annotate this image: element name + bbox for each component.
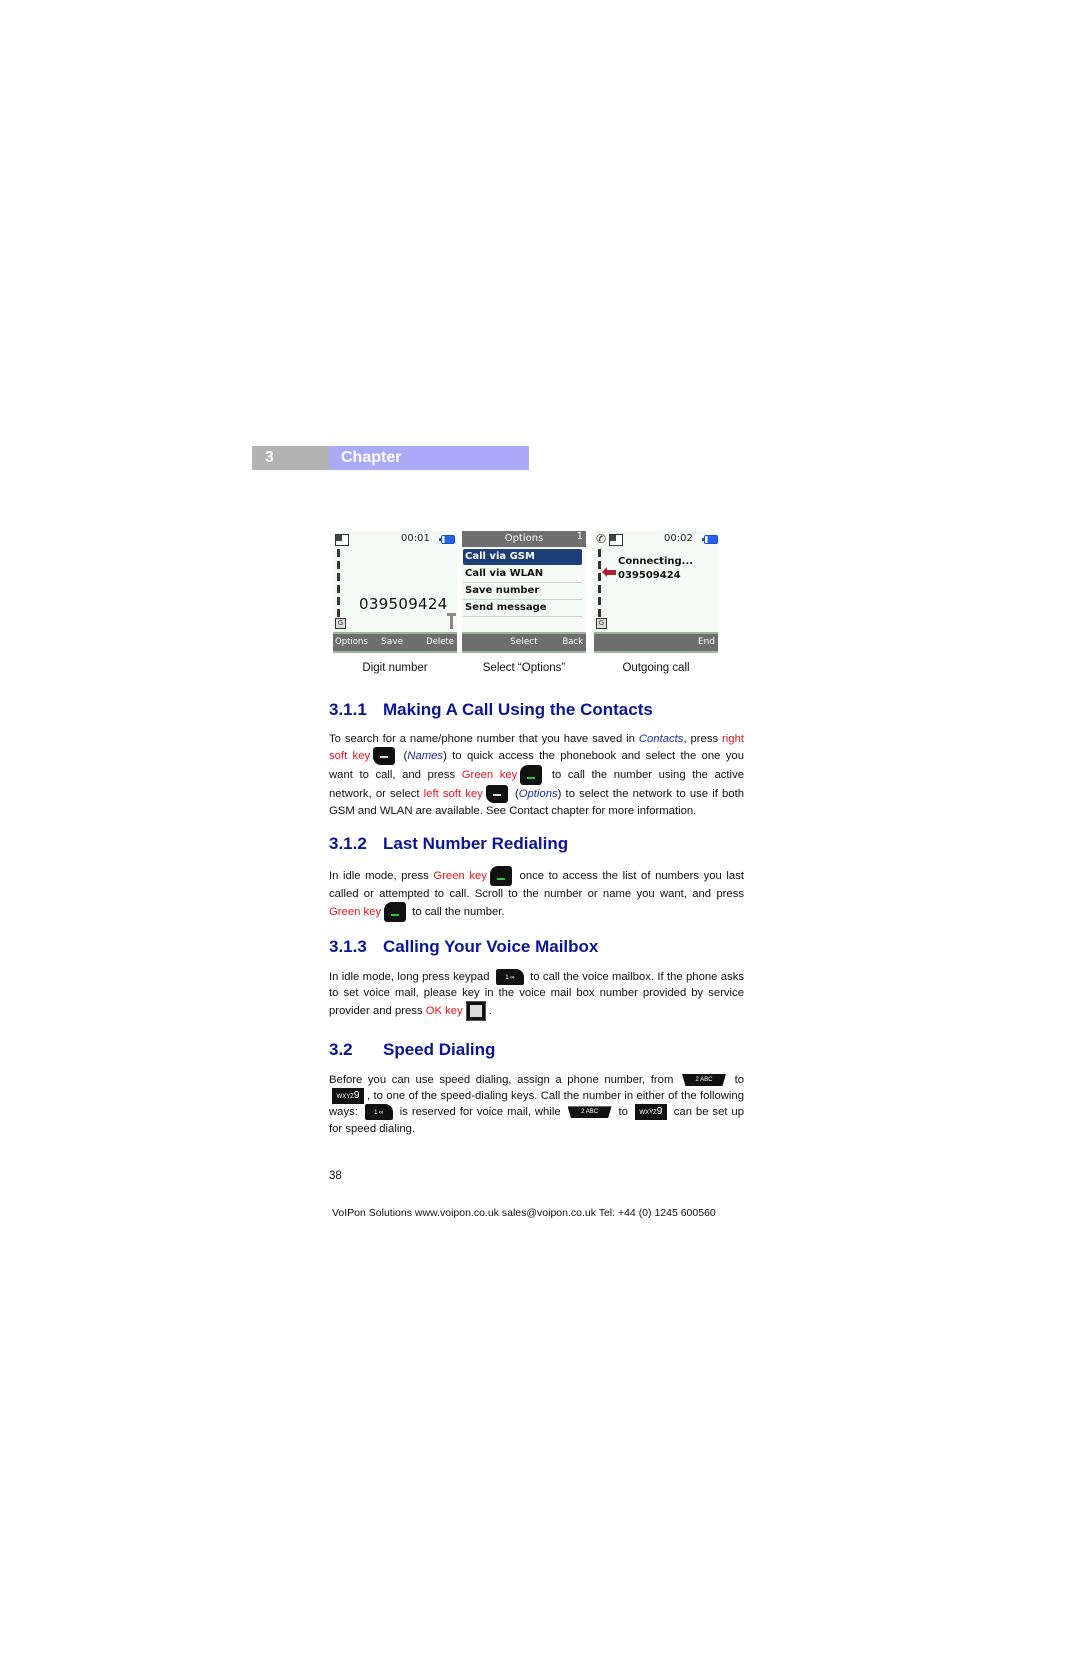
text: is reserved for voice mail, while [395, 1106, 565, 1119]
green-key-icon [489, 866, 512, 886]
call-timer: 00:02 [664, 533, 693, 544]
gsm-network-icon: G [596, 618, 607, 629]
menu-item-call-via-gsm[interactable]: Call via GSM [463, 549, 582, 565]
right-soft-key-icon [373, 747, 396, 766]
key-digit: 9 [353, 1090, 360, 1102]
caption-outgoing-call: Outgoing call [622, 662, 690, 674]
caption-digit-number: Digit number [362, 662, 428, 674]
text: In idle mode, press [329, 869, 434, 882]
left-soft-key-label: left soft key [423, 788, 483, 801]
gsm-network-icon: G [335, 618, 346, 629]
key-digit: 9 [656, 1106, 663, 1118]
section-number: 3.2 [329, 1040, 353, 1059]
outgoing-arrow-icon [602, 567, 616, 577]
softkey-select[interactable]: Select [510, 634, 538, 651]
battery-icon [439, 535, 455, 544]
signal-strength-icon [598, 549, 601, 629]
phone-screen-outgoing-call: ✆ 00:02 Connecting... 039509424 G End [594, 531, 718, 653]
options-page-indicator: 1 [576, 531, 583, 542]
softkey-options[interactable]: Options [335, 634, 368, 651]
keypad-9-icon: WXYZ9 [634, 1104, 667, 1121]
wlan-antenna-icon [447, 613, 456, 629]
caption-select-options: Select “Options” [482, 662, 566, 674]
left-soft-key-icon [485, 785, 508, 804]
text: In idle mode, long press keypad [329, 971, 493, 983]
text: , press [683, 733, 723, 745]
call-timer: 00:01 [401, 533, 430, 544]
section-body-3-1-1: To search for a name/phone number that y… [329, 731, 744, 819]
signal-strength-icon [337, 549, 340, 629]
section-body-3-1-2: In idle mode, press Green key once to ac… [329, 866, 744, 923]
text: . [488, 1005, 492, 1018]
section-heading-3-1-3: 3.1.3 Calling Your Voice Mailbox [329, 937, 598, 957]
softkey-bar: End [594, 632, 718, 653]
keypad-9-icon: WXYZ9 [332, 1088, 364, 1105]
section-title: Making A Call Using the Contacts [383, 700, 653, 719]
keypad-2-icon: 2 ABC [681, 1074, 726, 1087]
menu-item-call-via-wlan[interactable]: Call via WLAN [463, 566, 582, 583]
key-letters: WXYZ [639, 1110, 657, 1117]
message-icon [335, 534, 349, 546]
options-term: Options [518, 788, 558, 801]
keypad-2-icon: 2 ABC [567, 1106, 612, 1119]
section-heading-3-1-2: 3.1.2 Last Number Redialing [329, 834, 568, 854]
section-body-3-1-3: In idle mode, long press keypad 1 ∞ to c… [329, 969, 744, 1022]
softkey-save[interactable]: Save [381, 634, 403, 651]
softkey-bar: Select Back [462, 632, 586, 653]
names-term: Names [407, 750, 444, 763]
menu-item-save-number[interactable]: Save number [463, 583, 582, 600]
ok-key-label: OK key [425, 1005, 463, 1018]
dialed-number: 039509424 [359, 595, 448, 613]
text: Before you can use speed dialing, assign… [329, 1074, 679, 1086]
call-status-text: Connecting... [618, 556, 694, 567]
softkey-end[interactable]: End [698, 634, 715, 651]
section-title: Calling Your Voice Mailbox [383, 937, 599, 956]
phone-screen-options: Options 1 Call via GSM Call via WLAN Sav… [462, 531, 586, 653]
section-body-3-2: Before you can use speed dialing, assign… [329, 1072, 744, 1137]
green-key-label: Green key [433, 869, 487, 882]
text: ( [398, 750, 408, 763]
section-title: Speed Dialing [383, 1040, 496, 1059]
text: to [728, 1074, 744, 1086]
keypad-1-icon: 1 ∞ [495, 969, 524, 986]
softkey-delete[interactable]: Delete [426, 634, 454, 651]
green-key-label: Green key [329, 906, 382, 919]
chapter-title: Chapter [329, 446, 529, 470]
section-number: 3.1.3 [329, 937, 367, 956]
softkey-back[interactable]: Back [562, 634, 583, 651]
contacts-term: Contacts [638, 733, 684, 745]
battery-icon [702, 535, 718, 544]
chapter-number: 3 [252, 446, 329, 470]
call-icon: ✆ [596, 532, 607, 546]
message-icon [609, 534, 623, 546]
ok-key-icon [465, 1001, 486, 1022]
section-title: Last Number Redialing [383, 834, 569, 853]
green-key-icon [384, 902, 407, 923]
call-number: 039509424 [618, 570, 681, 581]
section-heading-3-2: 3.2 Speed Dialing [329, 1040, 495, 1060]
menu-item-send-message[interactable]: Send message [463, 600, 582, 617]
text: To search for a name/phone number that y… [329, 733, 639, 745]
section-number: 3.1.2 [329, 834, 367, 853]
keypad-1-icon: 1 ∞ [364, 1104, 393, 1121]
text: to call the number. [409, 906, 505, 919]
softkey-bar: Options Save Delete [333, 632, 457, 653]
key-letters: WXYZ [336, 1094, 354, 1101]
section-number: 3.1.1 [329, 700, 367, 719]
text: to [614, 1106, 632, 1119]
phone-screen-digit-number: 00:01 039509424 G Options Save Delete [333, 531, 457, 653]
section-heading-3-1-1: 3.1.1 Making A Call Using the Contacts [329, 700, 653, 720]
page-number: 38 [329, 1170, 342, 1182]
call-status: Connecting... 039509424 [618, 555, 693, 583]
footer-contact: VoIPon Solutions www.voipon.co.uk sales@… [332, 1207, 716, 1219]
options-menu-title: Options [462, 531, 586, 547]
text: ( [510, 788, 519, 801]
green-key-icon [520, 765, 543, 786]
green-key-label: Green key [461, 769, 518, 782]
